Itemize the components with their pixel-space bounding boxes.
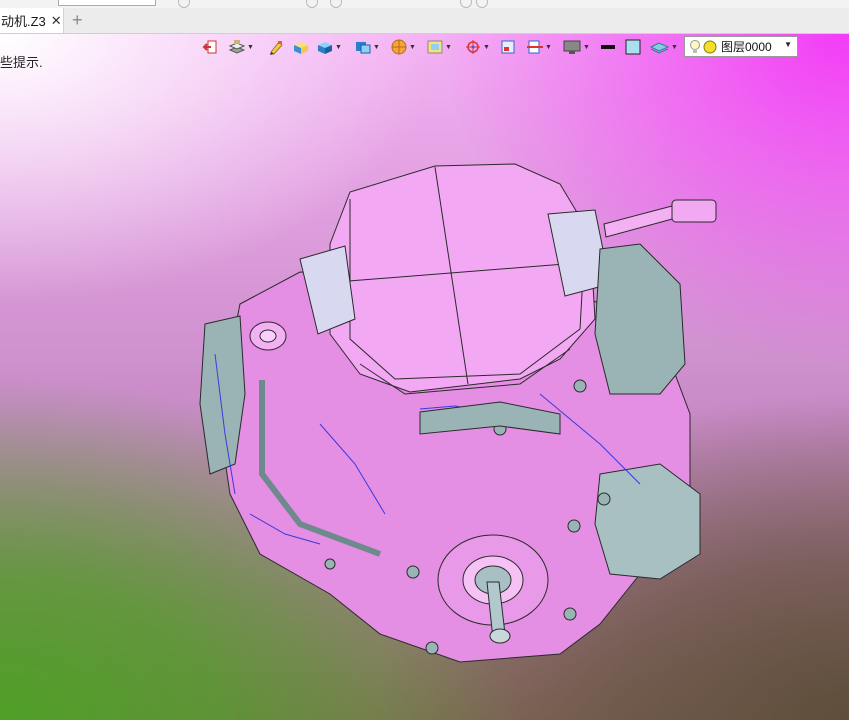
undo-icon[interactable] xyxy=(178,0,190,8)
engine-model[interactable] xyxy=(0,34,849,720)
tab-label: 动机.Z3 xyxy=(1,14,46,29)
chevron-down-icon[interactable]: ▼ xyxy=(373,44,380,51)
add-tab-button[interactable]: + xyxy=(72,10,83,30)
layer-select-value: 图层0000 xyxy=(721,40,772,54)
shade-yellow-button[interactable] xyxy=(292,37,310,57)
view-toolbar: ▼ ▼ ▼ ▼ ▼ ▼ ▼ ▼ ▼ 图层0000 ▼ xyxy=(202,36,802,58)
shade-blue-button[interactable]: ▼ xyxy=(316,37,342,57)
document-tab-bar: 动机.Z3 ✕ + xyxy=(0,8,849,34)
layers-button[interactable]: ▼ xyxy=(228,37,254,57)
chevron-down-icon[interactable]: ▼ xyxy=(784,40,792,49)
chevron-down-icon[interactable]: ▼ xyxy=(583,44,590,51)
line-color-button[interactable] xyxy=(600,37,616,57)
chevron-down-icon[interactable]: ▼ xyxy=(445,44,452,51)
close-icon[interactable]: ✕ xyxy=(51,14,62,27)
render-button[interactable]: ▼ xyxy=(390,37,416,57)
refresh-icon[interactable] xyxy=(330,0,342,8)
shaded-box-yellow-icon xyxy=(294,42,308,54)
layer-color-icon[interactable] xyxy=(703,40,717,54)
layer-visibility-button[interactable]: ▼ xyxy=(650,37,678,57)
select-filter-button[interactable] xyxy=(500,37,516,57)
info-icon[interactable] xyxy=(476,0,488,8)
right-bracket xyxy=(594,243,686,395)
lightbulb-icon[interactable] xyxy=(689,39,701,54)
redo-icon[interactable] xyxy=(306,0,318,8)
section-view-icon xyxy=(527,40,543,54)
select-filter-icon xyxy=(501,40,515,54)
monitor-button[interactable]: ▼ xyxy=(562,37,590,57)
exit-view-button[interactable] xyxy=(202,37,218,57)
display-mode-button[interactable]: ▼ xyxy=(354,37,380,57)
sphere-render-icon xyxy=(391,39,407,55)
chevron-down-icon[interactable]: ▼ xyxy=(545,44,552,51)
view-frame-button[interactable]: ▼ xyxy=(426,37,452,57)
fill-color-icon xyxy=(625,39,641,55)
snap-button[interactable]: ▼ xyxy=(464,37,490,57)
shaded-box-blue-icon xyxy=(318,42,332,54)
fill-color-button[interactable] xyxy=(624,37,642,57)
section-view-button[interactable]: ▼ xyxy=(526,37,552,57)
chevron-down-icon[interactable]: ▼ xyxy=(671,44,678,51)
layer-select[interactable]: 图层0000 ▼ xyxy=(684,36,798,57)
exhaust-pipe xyxy=(603,205,677,238)
chevron-down-icon[interactable]: ▼ xyxy=(335,44,342,51)
chevron-down-icon[interactable]: ▼ xyxy=(483,44,490,51)
tab-engine-file[interactable]: 动机.Z3 ✕ xyxy=(0,8,64,33)
help-icon[interactable] xyxy=(460,0,472,8)
top-strip xyxy=(0,0,849,8)
view-frame-icon xyxy=(427,40,443,54)
crosshair-icon xyxy=(466,40,480,54)
display-mode-icon xyxy=(356,42,371,54)
monitor-icon xyxy=(563,40,581,54)
exit-view-icon xyxy=(202,40,217,54)
layers-stack-icon xyxy=(228,40,246,54)
exhaust-cap xyxy=(671,199,717,223)
chevron-down-icon[interactable]: ▼ xyxy=(409,44,416,51)
graphics-viewport[interactable]: 些提示. ▼ ▼ ▼ ▼ ▼ ▼ ▼ ▼ ▼ 图层0000 ▼ xyxy=(0,34,849,720)
sketch-button[interactable] xyxy=(268,37,284,57)
line-color-icon xyxy=(601,45,615,49)
command-field[interactable] xyxy=(58,0,156,6)
engine-shroud xyxy=(329,163,596,393)
chevron-down-icon[interactable]: ▼ xyxy=(247,44,254,51)
layer-visibility-icon xyxy=(650,42,670,54)
pencil-icon xyxy=(270,41,283,55)
